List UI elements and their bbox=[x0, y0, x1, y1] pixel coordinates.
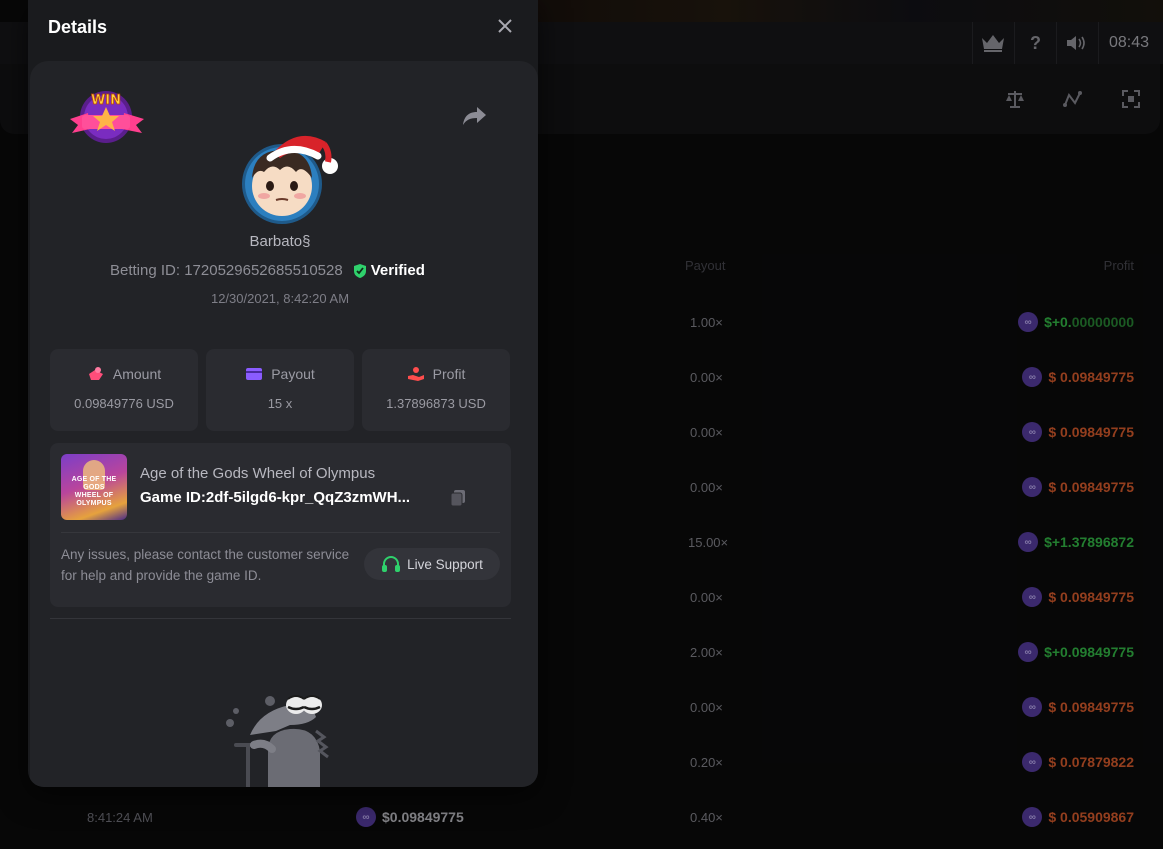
headset-icon bbox=[382, 556, 401, 572]
section-divider bbox=[50, 618, 511, 619]
stat-payout: Payout 15 x bbox=[206, 349, 354, 431]
details-modal: Details WIN Barbato§ Betting ID: 1720529… bbox=[28, 0, 538, 787]
username: Barbato§ bbox=[249, 233, 311, 250]
game-info-box: AGE OF THE GODS WHEEL OF OLYMPUS Age of … bbox=[50, 443, 511, 607]
verified-badge: Verified bbox=[353, 262, 425, 279]
win-badge-icon: WIN bbox=[68, 89, 148, 151]
copy-icon bbox=[450, 490, 465, 507]
close-button[interactable] bbox=[494, 16, 516, 38]
betting-id: Betting ID: 1720529652685510528 bbox=[110, 262, 343, 279]
profit-hand-icon bbox=[407, 367, 424, 381]
divider bbox=[61, 532, 500, 533]
copy-button[interactable] bbox=[450, 489, 468, 509]
close-icon bbox=[498, 19, 512, 33]
modal-title: Details bbox=[48, 17, 108, 37]
betting-id-line: Betting ID: 1720529652685510528 Verified bbox=[110, 262, 425, 279]
bet-date: 12/30/2021, 8:42:20 AM bbox=[210, 291, 350, 306]
amount-icon bbox=[88, 367, 103, 380]
share-button[interactable] bbox=[462, 105, 490, 129]
support-text: Any issues, please contact the customer … bbox=[61, 547, 350, 583]
game-name[interactable]: Age of the Gods Wheel of Olympus bbox=[140, 465, 375, 482]
crocodile-mascot-icon bbox=[220, 691, 340, 787]
stat-amount: Amount 0.09849776 USD bbox=[50, 349, 198, 431]
bet-details-card: WIN Barbato§ Betting ID: 172052965268551… bbox=[30, 61, 538, 787]
live-support-button[interactable]: Live Support bbox=[364, 548, 500, 580]
share-icon bbox=[463, 107, 486, 125]
avatar bbox=[240, 128, 338, 224]
svg-text:WIN: WIN bbox=[91, 93, 121, 108]
verified-shield-icon bbox=[353, 263, 366, 278]
payout-card-icon bbox=[246, 368, 263, 380]
game-thumbnail[interactable]: AGE OF THE GODS WHEEL OF OLYMPUS bbox=[61, 454, 127, 520]
game-id: Game ID:2df-5ilgd6-kpr_QqZ3zmWH... bbox=[140, 489, 411, 506]
game-thumbnail-title: AGE OF THE GODS WHEEL OF OLYMPUS bbox=[71, 476, 117, 507]
stat-profit: Profit 1.37896873 USD bbox=[362, 349, 510, 431]
stats-row: Amount 0.09849776 USD Payout 15 x Profit… bbox=[50, 349, 510, 431]
